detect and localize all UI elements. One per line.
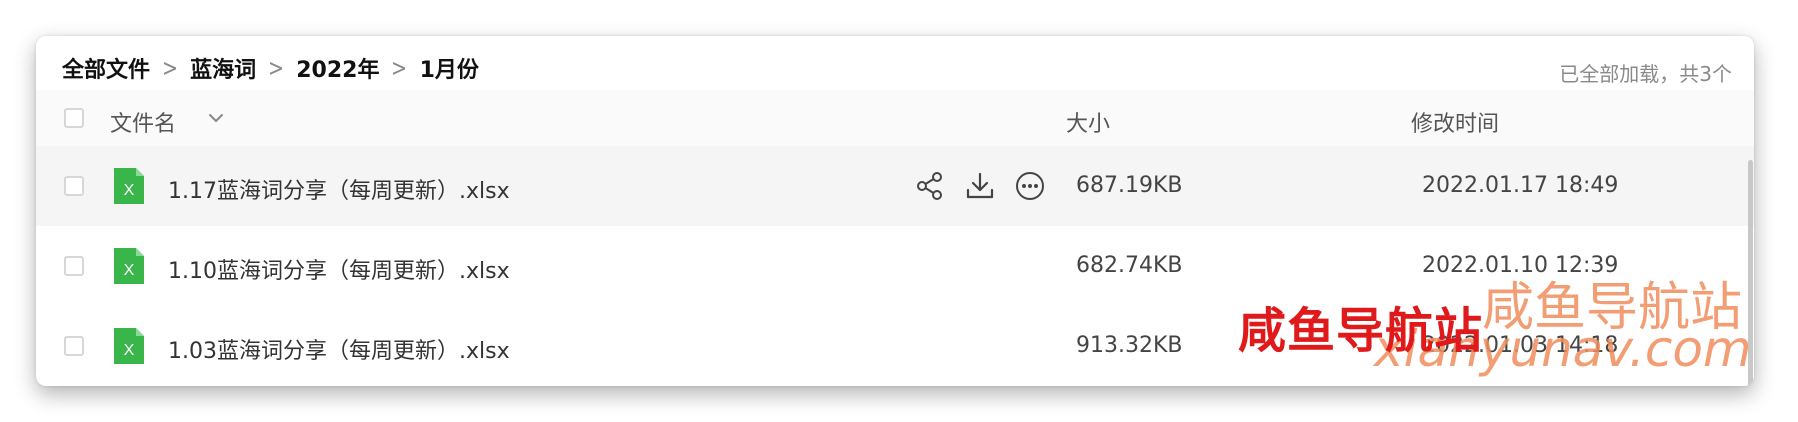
row-checkbox[interactable] (64, 176, 84, 196)
excel-file-icon: X (114, 168, 144, 204)
table-row[interactable]: X 1.17蓝海词分享（每周更新）.xlsx 687.19KB 2022.01.… (36, 146, 1754, 226)
load-status-text: 已全部加载，共3个 (1559, 62, 1732, 86)
chevron-down-icon[interactable] (204, 106, 228, 130)
column-header-modified[interactable]: 修改时间 (1411, 106, 1499, 138)
breadcrumb: 全部文件 > 蓝海词 > 2022年 > 1月份 (62, 48, 479, 88)
column-header-size[interactable]: 大小 (1066, 106, 1110, 138)
breadcrumb-all-files[interactable]: 全部文件 (62, 52, 150, 84)
row-checkbox[interactable] (64, 336, 84, 356)
table-header: 文件名 大小 修改时间 (36, 90, 1754, 146)
breadcrumb-year-2022[interactable]: 2022年 (296, 52, 379, 84)
svg-text:X: X (124, 262, 135, 279)
share-icon[interactable] (912, 168, 948, 204)
file-name[interactable]: 1.03蓝海词分享（每周更新）.xlsx (168, 333, 510, 365)
file-modified-time: 2022.01.17 18:49 (1422, 173, 1619, 198)
select-all-checkbox[interactable] (64, 108, 84, 128)
download-icon[interactable] (962, 168, 998, 204)
more-icon[interactable] (1012, 168, 1048, 204)
excel-file-icon: X (114, 328, 144, 364)
breadcrumb-blue-ocean-words[interactable]: 蓝海词 (190, 52, 256, 84)
excel-file-icon: X (114, 248, 144, 284)
row-actions (912, 168, 1048, 204)
file-name[interactable]: 1.17蓝海词分享（每周更新）.xlsx (168, 173, 510, 205)
breadcrumb-separator-icon: > (391, 54, 408, 82)
svg-text:X: X (124, 182, 135, 199)
svg-text:X: X (124, 342, 135, 359)
file-size: 913.32KB (1076, 333, 1183, 358)
breadcrumb-january[interactable]: 1月份 (420, 52, 479, 84)
screenshot-stage: 全部文件 > 蓝海词 > 2022年 > 1月份 已全部加载，共3个 文件名 大… (0, 0, 1798, 422)
breadcrumb-separator-icon: > (268, 54, 285, 82)
breadcrumb-separator-icon: > (162, 54, 179, 82)
file-size: 682.74KB (1076, 253, 1183, 278)
file-size: 687.19KB (1076, 173, 1183, 198)
file-name[interactable]: 1.10蓝海词分享（每周更新）.xlsx (168, 253, 510, 285)
column-header-name[interactable]: 文件名 (110, 106, 176, 138)
watermark-site-name-red: 咸鱼导航站 (1238, 303, 1484, 359)
row-checkbox[interactable] (64, 256, 84, 276)
